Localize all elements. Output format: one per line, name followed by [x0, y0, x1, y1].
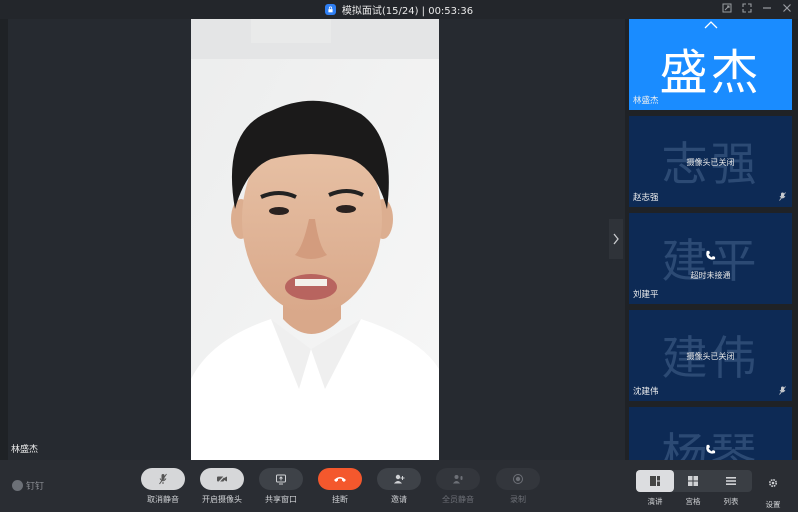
- main-video-area: 林盛杰: [8, 19, 625, 460]
- grid-view-icon: [688, 476, 698, 486]
- list-view-icon: [726, 477, 736, 485]
- record-icon: [513, 474, 523, 484]
- record-label: 录制: [510, 495, 526, 504]
- invite-button[interactable]: 邀请: [377, 468, 421, 505]
- participant-avatar-label: 盛杰: [659, 45, 762, 101]
- window-controls: [722, 3, 792, 13]
- hangup-button[interactable]: 挂断: [318, 468, 362, 505]
- close-icon[interactable]: [782, 3, 792, 13]
- mic-muted-icon: [159, 473, 167, 485]
- participant-name: 刘建平: [633, 290, 659, 300]
- settings-button[interactable]: 设置: [762, 474, 784, 510]
- settings-label: 设置: [765, 500, 781, 509]
- camera-off-icon: [217, 474, 227, 484]
- fullscreen-icon[interactable]: [742, 3, 752, 13]
- unmute-button[interactable]: 取消静音: [141, 468, 185, 505]
- share-screen-icon: [276, 474, 286, 485]
- hangup-label: 挂断: [332, 495, 348, 504]
- chevron-right-icon: [613, 233, 619, 245]
- camera-on-button[interactable]: 开启摄像头: [200, 468, 244, 505]
- view-speaker-label: 演讲: [647, 497, 663, 506]
- speaker-view-icon: [650, 476, 660, 486]
- participant-name: 赵志强: [633, 193, 659, 203]
- view-list-button[interactable]: [712, 470, 750, 492]
- minimize-icon[interactable]: [762, 3, 772, 13]
- view-gallery-button[interactable]: [674, 470, 712, 492]
- participant-name: 沈建伟: [633, 387, 659, 397]
- unmute-label: 取消静音: [147, 495, 179, 504]
- main-video-feed: [191, 19, 439, 460]
- participant-list: 盛杰 林盛杰 志强 摄像头已关闭 赵志强 建平 超时未接通 刘建平 建伟 摄像头…: [629, 19, 792, 460]
- participant-name: 林盛杰: [633, 96, 659, 106]
- dingtalk-logo-icon: [12, 480, 23, 491]
- phone-icon: [706, 250, 716, 260]
- mute-all-icon: [453, 475, 463, 484]
- share-window-button[interactable]: 共享窗口: [259, 468, 303, 505]
- camera-on-label: 开启摄像头: [202, 495, 242, 504]
- record-button[interactable]: 录制: [496, 468, 540, 505]
- app-logo-text: 钉钉: [26, 482, 45, 492]
- view-list-label: 列表: [723, 497, 739, 506]
- mic-muted-icon: [779, 386, 786, 395]
- share-window-label: 共享窗口: [265, 495, 297, 504]
- main-speaker-name: 林盛杰: [11, 445, 39, 455]
- participant-status: 摄像头已关闭: [686, 158, 735, 167]
- person-video-image: [191, 19, 439, 460]
- participant-tile[interactable]: 盛杰 林盛杰: [629, 19, 792, 110]
- scroll-up-button[interactable]: [688, 19, 733, 31]
- mic-muted-icon: [779, 192, 786, 201]
- mute-all-button[interactable]: 全员静音: [436, 468, 480, 505]
- window-title: 模拟面试(15/24) | 00:53:36: [341, 6, 474, 17]
- view-speaker-button[interactable]: [636, 470, 674, 492]
- participant-tile[interactable]: 建伟 摄像头已关闭 沈建伟: [629, 310, 792, 401]
- app-logo: 钉钉: [12, 479, 44, 492]
- participant-tile[interactable]: 建平 超时未接通 刘建平: [629, 213, 792, 304]
- gear-icon: [768, 478, 778, 488]
- chevron-up-icon: [704, 21, 717, 29]
- participant-tile[interactable]: 杨琴: [629, 407, 792, 460]
- hangup-icon: [334, 477, 346, 482]
- phone-icon: [706, 444, 716, 454]
- meeting-toolbar: 钉钉 取消静音 开启摄像头 共享窗口 挂断 邀请 全员静音 录制 演讲 宫格 列…: [0, 460, 798, 512]
- lock-icon: [324, 4, 336, 15]
- pin-icon[interactable]: [722, 3, 732, 13]
- invite-label: 邀请: [391, 495, 407, 504]
- add-person-icon: [394, 474, 405, 484]
- mute-all-label: 全员静音: [442, 495, 474, 504]
- view-gallery-label: 宫格: [685, 497, 701, 506]
- participant-tile[interactable]: 志强 摄像头已关闭 赵志强: [629, 116, 792, 207]
- title-bar: 模拟面试(15/24) | 00:53:36: [0, 0, 798, 19]
- participant-status: 摄像头已关闭: [686, 352, 735, 361]
- participant-status: 超时未接通: [690, 271, 731, 280]
- expand-side-button[interactable]: [609, 219, 623, 259]
